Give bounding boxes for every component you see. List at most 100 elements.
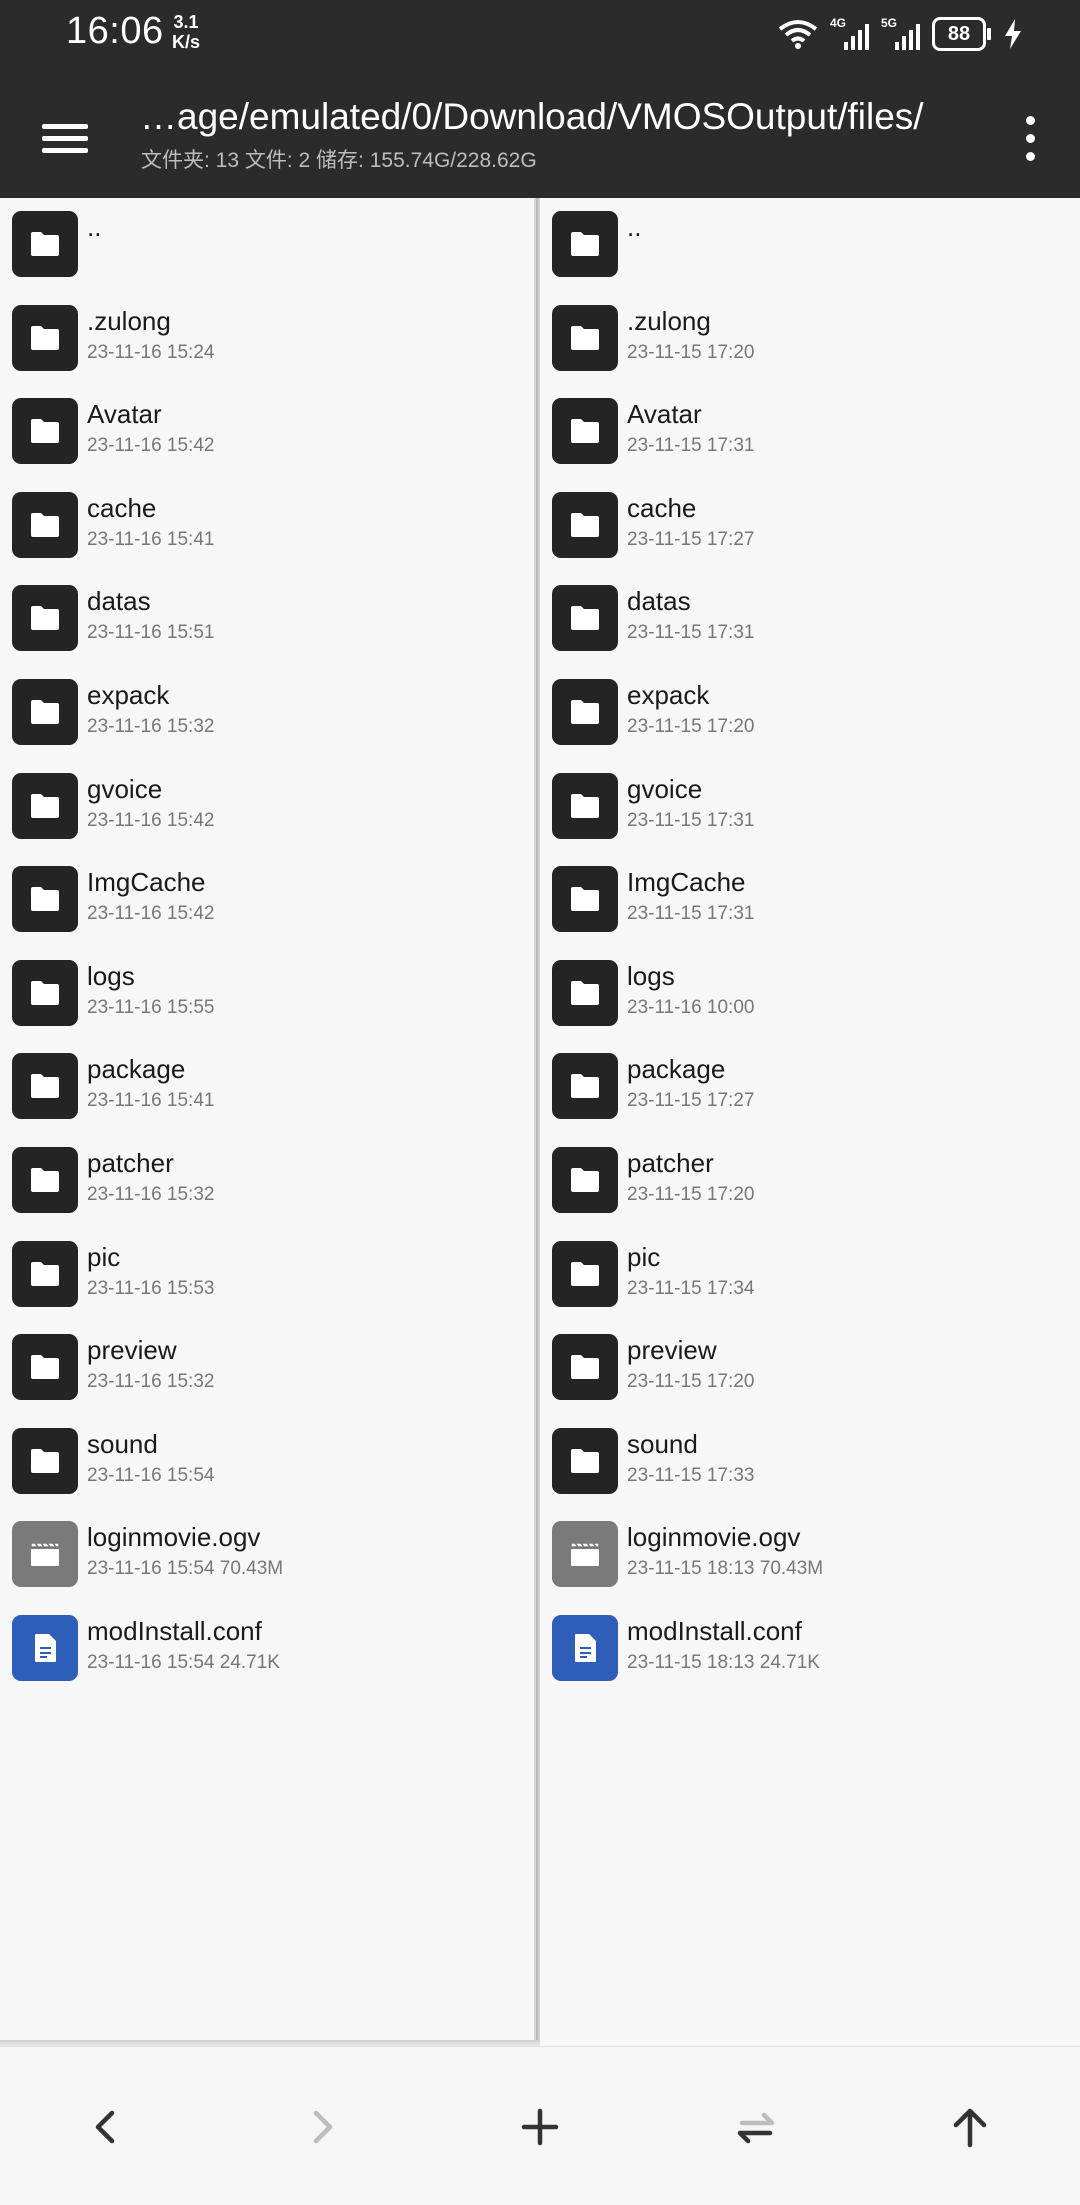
folder-icon <box>12 1146 78 1213</box>
file-list-item[interactable]: pic 23-11-15 17:34 <box>540 1228 1080 1322</box>
file-name: modInstall.conf <box>87 1615 262 1646</box>
file-list-item[interactable]: datas 23-11-16 15:51 <box>0 572 536 666</box>
file-list-item[interactable]: package 23-11-15 17:27 <box>540 1040 1080 1134</box>
file-list-item[interactable]: expack 23-11-16 15:32 <box>0 666 536 760</box>
folder-icon <box>552 304 618 371</box>
folder-stats: 文件夹: 13 文件: 2 储存: 155.74G/228.62G <box>141 149 537 172</box>
file-meta: 23-11-15 17:20 <box>627 341 755 363</box>
status-time: 16:06 <box>66 10 164 52</box>
swap-icon <box>737 2112 775 2144</box>
file-list-item[interactable]: preview 23-11-16 15:32 <box>0 1321 536 1415</box>
file-name: patcher <box>627 1147 714 1178</box>
file-list-item[interactable]: loginmovie.ogv 23-11-16 15:54 70.43M <box>0 1508 536 1602</box>
network-speed-value: 3.1 <box>173 12 199 32</box>
hamburger-icon <box>42 124 88 129</box>
file-list-item[interactable]: .. <box>540 198 1080 292</box>
folder-icon <box>12 1427 78 1494</box>
file-list-item[interactable]: package 23-11-16 15:41 <box>0 1040 536 1134</box>
file-meta: 23-11-16 15:32 <box>87 715 215 737</box>
file-list-item[interactable]: preview 23-11-15 17:20 <box>540 1321 1080 1415</box>
file-name: datas <box>627 586 691 617</box>
file-list-item[interactable]: logs 23-11-16 15:55 <box>0 947 536 1041</box>
cell-5g-label: 5G <box>881 16 898 30</box>
back-button[interactable] <box>76 2097 136 2157</box>
file-name: pic <box>87 1241 121 1272</box>
file-list-item[interactable]: Avatar 23-11-16 15:42 <box>0 385 536 479</box>
file-list-item[interactable]: gvoice 23-11-15 17:31 <box>540 760 1080 854</box>
file-name: cache <box>627 492 697 523</box>
cell-signal-5g-icon: 5G <box>881 16 920 50</box>
more-vertical-icon <box>1026 116 1035 125</box>
network-speed: 3.1 K/s <box>172 12 200 52</box>
file-meta: 23-11-16 15:41 <box>87 1090 215 1112</box>
file-name: preview <box>87 1335 177 1366</box>
file-name: sound <box>87 1428 158 1459</box>
file-name: .zulong <box>627 305 711 336</box>
file-list-item[interactable]: gvoice 23-11-16 15:42 <box>0 760 536 854</box>
folder-icon <box>552 585 618 652</box>
file-name: ImgCache <box>627 867 746 898</box>
file-list-item[interactable]: sound 23-11-16 15:54 <box>0 1415 536 1509</box>
network-speed-unit: K/s <box>172 32 201 52</box>
more-options-button[interactable] <box>1018 106 1042 170</box>
folder-icon <box>12 866 78 933</box>
file-meta: 23-11-15 17:20 <box>627 715 755 737</box>
file-name: patcher <box>87 1147 174 1178</box>
file-meta: 23-11-15 17:31 <box>627 903 755 925</box>
swap-panes-button[interactable] <box>726 2097 786 2157</box>
file-list-item[interactable]: Avatar 23-11-15 17:31 <box>540 385 1080 479</box>
cell-4g-label: 4G <box>830 16 847 30</box>
file-meta: 23-11-15 17:31 <box>627 809 755 831</box>
right-pane[interactable]: .. .zulong 23-11-15 17:20 Avatar 23-11-15 17… <box>540 198 1080 2044</box>
file-list-item[interactable]: modInstall.conf 23-11-15 18:13 24.71K <box>540 1602 1080 1696</box>
top-bar: 16:06 3.1 K/s 4G 5G 88 …age/emulated/0/D… <box>0 0 1080 198</box>
folder-icon <box>552 491 618 558</box>
file-name: package <box>87 1054 186 1085</box>
file-list-item[interactable]: cache 23-11-15 17:27 <box>540 479 1080 573</box>
file-list-item[interactable]: datas 23-11-15 17:31 <box>540 572 1080 666</box>
file-list-item[interactable]: patcher 23-11-15 17:20 <box>540 1134 1080 1228</box>
file-list-item[interactable]: expack 23-11-15 17:20 <box>540 666 1080 760</box>
right-file-list: .. .zulong 23-11-15 17:20 Avatar 23-11-15 17… <box>540 198 1080 1696</box>
file-list-item[interactable]: .. <box>0 198 536 292</box>
file-list-item[interactable]: ImgCache 23-11-15 17:31 <box>540 853 1080 947</box>
file-meta: 23-11-16 15:54 <box>87 1464 215 1486</box>
file-meta: 23-11-16 15:42 <box>87 903 215 925</box>
folder-icon <box>552 1334 618 1401</box>
menu-button[interactable] <box>30 104 100 174</box>
file-name: .zulong <box>87 305 171 336</box>
file-list-item[interactable]: ImgCache 23-11-16 15:42 <box>0 853 536 947</box>
file-name: loginmovie.ogv <box>627 1522 801 1553</box>
file-list-item[interactable]: modInstall.conf 23-11-16 15:54 24.71K <box>0 1602 536 1696</box>
file-meta: 23-11-15 17:34 <box>627 1277 755 1299</box>
folder-icon <box>552 1240 618 1307</box>
parent-folder-button[interactable] <box>940 2097 1000 2157</box>
file-name: Avatar <box>627 399 702 430</box>
folder-icon <box>552 211 618 277</box>
folder-icon <box>12 772 78 839</box>
file-name: loginmovie.ogv <box>87 1522 261 1553</box>
file-list-item[interactable]: loginmovie.ogv 23-11-15 18:13 70.43M <box>540 1508 1080 1602</box>
file-name: sound <box>627 1428 698 1459</box>
wifi-icon <box>778 20 818 49</box>
folder-icon <box>552 1427 618 1494</box>
folder-icon <box>12 1334 78 1401</box>
folder-icon <box>552 772 618 839</box>
file-name: .. <box>627 212 642 242</box>
file-name: cache <box>87 492 157 523</box>
file-list-item[interactable]: .zulong 23-11-15 17:20 <box>540 292 1080 386</box>
file-name: gvoice <box>87 773 163 804</box>
file-list-item[interactable]: .zulong 23-11-16 15:24 <box>0 292 536 386</box>
file-list-item[interactable]: sound 23-11-15 17:33 <box>540 1415 1080 1509</box>
file-list-item[interactable]: logs 23-11-16 10:00 <box>540 947 1080 1041</box>
file-meta: 23-11-16 15:51 <box>87 622 215 644</box>
file-list-item[interactable]: cache 23-11-16 15:41 <box>0 479 536 573</box>
add-button[interactable] <box>510 2097 570 2157</box>
left-pane[interactable]: .. .zulong 23-11-16 15:24 Avatar 23-11-16 15… <box>0 198 536 2044</box>
folder-icon <box>552 866 618 933</box>
file-meta: 23-11-15 18:13 70.43M <box>627 1558 824 1580</box>
file-meta: 23-11-16 15:55 <box>87 996 215 1018</box>
file-list-item[interactable]: pic 23-11-16 15:53 <box>0 1228 536 1322</box>
forward-button[interactable] <box>292 2097 352 2157</box>
file-list-item[interactable]: patcher 23-11-16 15:32 <box>0 1134 536 1228</box>
